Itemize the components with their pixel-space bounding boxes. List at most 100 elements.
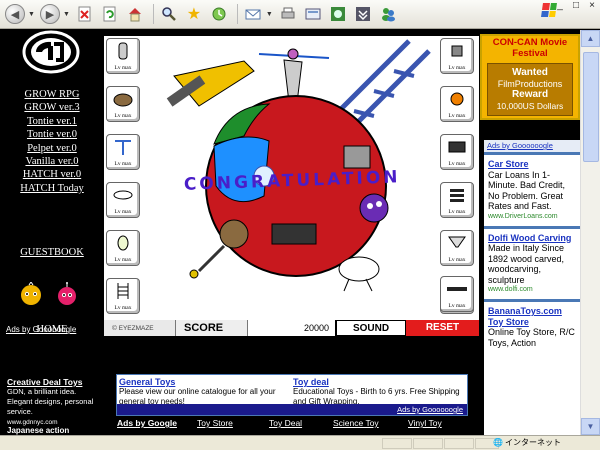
ads-by-google-link[interactable]: Ads by Goooooogle	[6, 325, 76, 334]
ad-title[interactable]: General Toys	[119, 377, 294, 387]
nav-link-pelpet-ver0[interactable]: Pelpet ver.0	[0, 142, 104, 155]
nav-link-grow-ver3[interactable]: GROW ver.3	[0, 101, 104, 114]
slot-level-label: Lv max	[448, 161, 466, 167]
window-controls: _ □ ×	[552, 0, 600, 12]
cube-icon	[441, 41, 473, 61]
guestbook-link[interactable]: GUESTBOOK	[0, 247, 104, 258]
egg-icon	[107, 233, 139, 253]
ad-url[interactable]: www.DriverLoans.com	[488, 212, 577, 222]
close-button[interactable]: ×	[584, 0, 600, 12]
deal-ad-title[interactable]: Creative Deal Toys	[7, 377, 103, 387]
ad-block: Car Store Car Loans In 1-Minute. Bad Cre…	[484, 152, 580, 229]
bottom-link-toy-store[interactable]: Toy Store	[197, 418, 269, 430]
research-icon[interactable]	[352, 3, 374, 25]
ads-by-google-link[interactable]: Ads by Google	[117, 418, 197, 430]
banner-title: CON-CAN Movie Festival	[492, 37, 568, 59]
ad-url[interactable]: www.dolfi.com	[488, 285, 577, 295]
reset-button[interactable]: RESET	[406, 320, 479, 336]
refresh-icon[interactable]	[99, 3, 121, 25]
forward-icon[interactable]: ▶	[39, 3, 61, 25]
ad-title[interactable]: Car Store	[488, 159, 577, 170]
nav-link-vanilla-ver0[interactable]: Vanilla ver.0	[0, 155, 104, 168]
sound-button[interactable]: SOUND	[336, 320, 406, 336]
edit-icon[interactable]	[302, 3, 324, 25]
ad-title[interactable]: Dolfi Wood Carving	[488, 233, 577, 244]
nav-link-tontie-ver1[interactable]: Tontie ver.1	[0, 115, 104, 128]
ads-by-google-link[interactable]: Ads by Goooooogle	[484, 140, 580, 152]
item-slot-cylinder[interactable]: Lv max	[106, 38, 140, 74]
right-ad-panel: Ads by Goooooogle Car Store Car Loans In…	[484, 140, 580, 435]
item-slot-cube[interactable]: Lv max	[440, 38, 474, 74]
scroll-thumb[interactable]	[583, 52, 599, 162]
slot-level-label: Lv max	[448, 209, 466, 215]
slot-level-label: Lv max	[114, 161, 132, 167]
banner-reward-box: Wanted FilmProductions Reward 10,000US D…	[487, 63, 573, 116]
scroll-up-icon[interactable]: ▲	[581, 30, 600, 47]
bottom-link-vinyl-toy[interactable]: Vinyl Toy	[408, 418, 468, 430]
forward-dropdown-icon[interactable]: ▼	[63, 11, 70, 18]
movie-festival-banner[interactable]: CON-CAN Movie Festival Wanted FilmProduc…	[480, 34, 580, 120]
ad-title[interactable]: Toy deal	[293, 377, 465, 387]
stop-icon[interactable]	[74, 3, 96, 25]
vertical-scrollbar[interactable]: ▲ ▼	[580, 30, 600, 435]
mail-dropdown-icon[interactable]: ▼	[266, 11, 273, 18]
item-slot-device[interactable]: Lv max	[440, 134, 474, 170]
ball-icon	[441, 89, 473, 109]
brand-label: EYEZMAZE	[118, 324, 154, 332]
discuss-icon[interactable]	[327, 3, 349, 25]
item-slot-egg[interactable]: Lv max	[106, 230, 140, 266]
ad-body: Car Loans In 1-Minute. Bad Credit, No Pr…	[488, 169, 566, 212]
item-slot-gear[interactable]: Lv max	[106, 86, 140, 122]
game-scene: CONGRATULATION	[166, 39, 431, 292]
gear-icon	[107, 89, 139, 109]
tontie-mascot-icon[interactable]	[19, 282, 43, 306]
status-segment	[382, 438, 412, 449]
messenger-icon[interactable]	[377, 3, 399, 25]
minimize-button[interactable]: _	[552, 0, 568, 12]
nav-link-hatch-ver0[interactable]: HATCH ver.0	[0, 168, 104, 181]
item-slot-ball[interactable]: Lv max	[440, 86, 474, 122]
banner-reward: Reward	[511, 89, 549, 100]
banner-dollars: 10,000US Dollars	[496, 101, 564, 111]
game-canvas[interactable]: CONGRATULATION Lv max Lv max Lv max Lv m…	[104, 36, 479, 336]
bar-icon	[441, 279, 473, 299]
score-bar: © EYEZMAZE SCORE 20000 SOUND RESET	[104, 320, 479, 336]
slot-level-label: Lv max	[114, 305, 132, 311]
maximize-button[interactable]: □	[568, 0, 584, 12]
status-segment	[444, 438, 474, 449]
item-slot-ladder[interactable]: Lv max	[106, 278, 140, 314]
search-icon[interactable]	[158, 3, 180, 25]
back-dropdown-icon[interactable]: ▼	[28, 11, 35, 18]
dish-icon	[107, 185, 139, 205]
item-slot-dish[interactable]: Lv max	[106, 182, 140, 218]
slot-level-label: Lv max	[114, 113, 132, 119]
deal-ad-url[interactable]: www.gdnnyc.com	[7, 419, 58, 426]
item-slot-bar[interactable]: Lv max	[440, 276, 474, 312]
mail-icon[interactable]	[242, 3, 264, 25]
toolbar-separator	[152, 4, 154, 24]
nav-link-tontie-ver0[interactable]: Tontie ver.0	[0, 128, 104, 141]
print-icon[interactable]	[277, 3, 299, 25]
favorites-icon[interactable]: ★	[183, 3, 205, 25]
bottom-link-science-toy[interactable]: Science Toy	[333, 418, 408, 430]
japanese-action-ad[interactable]: Japanese action	[7, 426, 69, 435]
back-icon[interactable]: ◀	[4, 3, 26, 25]
eyezmaze-brand[interactable]: © EYEZMAZE	[104, 320, 176, 336]
nav-link-hatch-today[interactable]: HATCH Today	[0, 182, 104, 195]
pelpet-mascot-icon[interactable]	[55, 282, 79, 306]
bottom-link-toy-deal[interactable]: Toy Deal	[269, 418, 333, 430]
ads-by-google-link[interactable]: Ads by Goooooogle	[117, 404, 467, 415]
home-icon[interactable]	[124, 3, 146, 25]
ad-title[interactable]: BananaToys.com Toy Store	[488, 306, 577, 327]
speaker-icon	[271, 223, 317, 245]
gdn-logo[interactable]	[22, 30, 80, 74]
item-slot-stack[interactable]: Lv max	[440, 182, 474, 218]
rocket-icon	[166, 60, 255, 107]
scroll-down-icon[interactable]: ▼	[581, 418, 600, 435]
slot-level-label: Lv max	[448, 113, 466, 119]
item-slot-pole[interactable]: Lv max	[106, 134, 140, 170]
nav-link-grow-rpg[interactable]: GROW RPG	[0, 88, 104, 101]
item-slot-funnel[interactable]: Lv max	[440, 230, 474, 266]
score-label: SCORE	[176, 320, 248, 336]
history-icon[interactable]	[208, 3, 230, 25]
